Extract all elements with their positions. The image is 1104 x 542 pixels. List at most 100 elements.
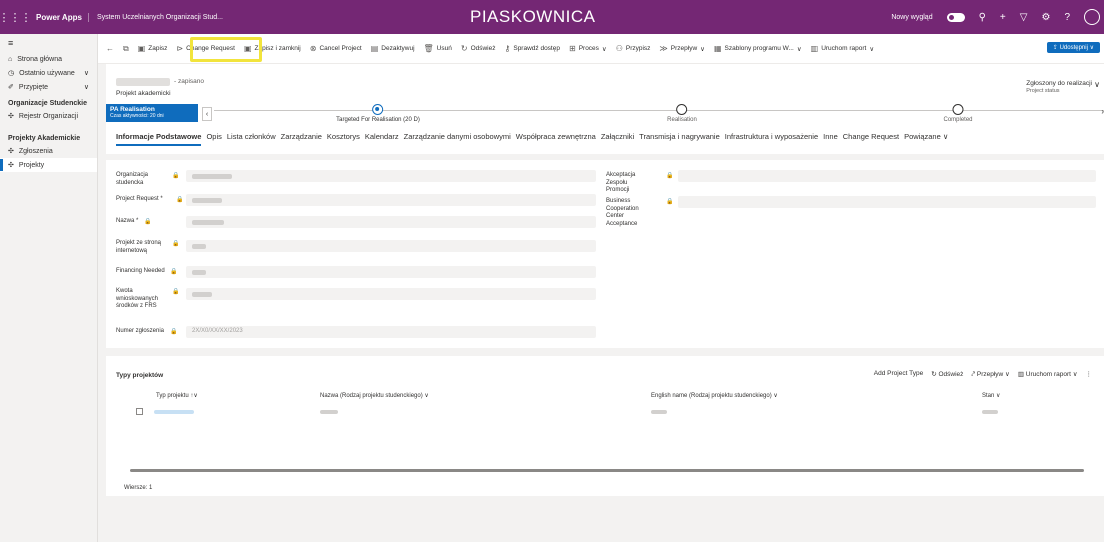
grid-report-button[interactable]: ▥ Uruchom raport ∨ [1018,370,1078,379]
stage-current-icon [372,104,384,115]
tab-basic-info[interactable]: Informacje Podstawowe [116,132,202,146]
chevron-down-icon[interactable]: ∨ [1094,80,1100,89]
chevron-left-icon[interactable]: ‹ [202,107,212,121]
horizontal-scrollbar[interactable] [130,469,1084,472]
tab-calendar[interactable]: Kalendarz [365,132,399,146]
back-button[interactable]: ← [106,44,114,53]
lock-icon: 🔒 [170,329,178,335]
sidebar-item-registry[interactable]: ✣ Rejestr Organizacji [0,109,97,123]
status-label: Project status [1026,88,1060,94]
bcca-input[interactable] [678,196,1096,208]
refresh-button[interactable]: ↻ Odśwież [461,44,496,53]
grid-flow-button[interactable]: ⤤ Przepływ ∨ [971,370,1009,379]
row-checkbox[interactable] [136,408,143,415]
bpf-active-process[interactable]: PA Realisation Czas aktywności: 20 dni [106,104,198,122]
status-field[interactable]: Zgłoszony do realizacji Project status [1026,80,1092,94]
tab-attachments[interactable]: Załączniki [601,132,634,146]
tab-infrastructure[interactable]: Infrastruktura i wyposażenie [725,132,818,146]
avatar[interactable] [1084,9,1100,25]
run-report-button[interactable]: ▥ Uruchom raport ∨ [811,44,874,53]
gear-icon[interactable]: ⚙ [1041,12,1050,23]
bpf-stage-realisation[interactable]: Realisation [667,104,697,123]
change-request-button[interactable]: ⊳ Change Request [176,44,235,53]
share-button[interactable]: ⇪ Udostępnij ∨ [1046,42,1100,53]
flow-button[interactable]: ≫ Przepływ ∨ [659,44,705,53]
sidebar-item-label: Strona główna [17,55,62,63]
save-close-button[interactable]: ▣ Zapisz i zamknij [244,44,301,53]
chevron-down-icon[interactable]: ∨ [84,83,89,91]
tab-external-cooperation[interactable]: Współpraca zewnętrzna [516,132,596,146]
field-label: Business Cooperation Center Acceptance [606,198,639,227]
app-launcher-icon[interactable]: ⋮⋮⋮ [0,0,32,34]
popout-button[interactable]: ⧉ [123,44,129,54]
hamburger-icon[interactable]: ≡ [0,34,97,52]
help-icon[interactable]: ? [1064,12,1070,23]
org-input[interactable] [186,170,596,182]
delete-button[interactable]: 🗑 Usuń [424,44,452,53]
grid-refresh-button[interactable]: ↻ Odśwież [931,370,963,379]
puzzle-icon: ✣ [8,148,14,155]
field-label: Numer zgłoszenia [116,328,165,334]
field-label: Organizacja studencka [116,172,149,186]
assign-button[interactable]: ⚇ Przypisz [616,44,651,53]
tab-description[interactable]: Opis [206,132,221,146]
save-button[interactable]: ▣ Zapisz [138,44,168,53]
amount-input[interactable] [186,288,596,300]
process-button[interactable]: ⊞ Proces ∨ [569,44,607,53]
record-name [116,78,170,86]
tab-personal-data[interactable]: Zarządzanie danymi osobowymi [404,132,511,146]
column-header-state[interactable]: Stan ∨ [982,392,1000,399]
chevron-down-icon: ∨ [796,45,802,53]
project-types-grid: Typy projektów Add Project Type ↻ Odświe… [106,356,1104,496]
filter-icon[interactable]: ▽ [1020,12,1028,23]
refresh-icon: ↻ [460,44,468,53]
tab-change-request[interactable]: Change Request [843,132,899,146]
sidebar-section-title: Organizacje Studenckie [8,100,87,107]
templates-button[interactable]: ▦ Szablony programu W... ∨ [714,44,802,53]
name-input[interactable] [186,216,596,228]
app-name[interactable]: System Uczelnianych Organizacji Stud... [89,14,223,21]
website-input[interactable] [186,240,596,252]
command-bar: ← ⧉ ▣ Zapisz ⊳ Change Request ▣ Zapisz i za… [98,34,1104,64]
tab-budget[interactable]: Kosztorys [327,132,360,146]
grid-command-bar: Add Project Type ↻ Odśwież ⤤ Przepływ ∨ … [874,370,1092,379]
bpf-duration: Czas aktywności: 20 dni [110,113,164,119]
environment-name: PIASKOWNICA [470,7,596,26]
plus-icon[interactable]: + [1000,12,1006,23]
sidebar-item-applications[interactable]: ✣ Zgłoszenia [0,144,97,158]
row-count: Wiersze: 1 [124,485,153,491]
promo-input[interactable] [678,170,1096,182]
sidebar-item-pinned[interactable]: ✐ Przypięte ∨ [0,80,97,94]
home-icon: ⌂ [8,55,13,63]
new-look-toggle[interactable] [946,12,965,22]
tab-members[interactable]: Lista członków [227,132,276,146]
column-header-type[interactable]: Typ projektu ↑∨ [156,392,198,399]
brand-name[interactable]: Power Apps [30,12,89,22]
table-row-type-link[interactable] [154,410,194,414]
column-header-english[interactable]: English name (Rodzaj projektu studenckie… [651,392,778,399]
tab-other[interactable]: Inne [823,132,838,146]
number-input[interactable]: 2X/X0/XX/XX/2023 [186,326,596,338]
sidebar-item-projects[interactable]: ✣ Projekty [0,158,97,172]
project-request-input[interactable] [186,194,596,206]
financing-input[interactable] [186,266,596,278]
cancel-project-button[interactable]: ⊗ Cancel Project [310,44,362,53]
lock-icon: 🔒 [172,289,180,295]
search-icon[interactable]: ⚲ [979,12,986,23]
sidebar-item-recent[interactable]: ◷ Ostatnio używane ∨ [0,66,97,80]
tab-related[interactable]: Powiązane ∨ [904,132,948,146]
chevron-down-icon[interactable]: ∨ [84,69,89,77]
tab-broadcast[interactable]: Transmisja i nagrywanie [639,132,720,146]
check-access-button[interactable]: ⚷ Sprawdź dostęp [505,44,560,53]
column-header-name[interactable]: Nazwa (Rodzaj projektu studenckiego) ∨ [320,392,429,399]
bpf-stage-completed[interactable]: Completed [943,104,973,123]
bpf-stage-targeted[interactable]: Targeted For Realisation (20 D) [336,104,420,123]
add-project-type-button[interactable]: Add Project Type [874,370,923,379]
flow-label: Przepływ [976,371,1004,378]
tab-management[interactable]: Zarządzanie [281,132,322,146]
sidebar-item-home[interactable]: ⌂ Strona główna [0,52,97,66]
deactivate-button[interactable]: ▤ Dezaktywuj [371,44,415,53]
sidebar-section-title: Projekty Akademickie [8,135,81,142]
stage-icon [952,104,964,115]
more-icon[interactable]: ⋮ [1086,370,1093,379]
